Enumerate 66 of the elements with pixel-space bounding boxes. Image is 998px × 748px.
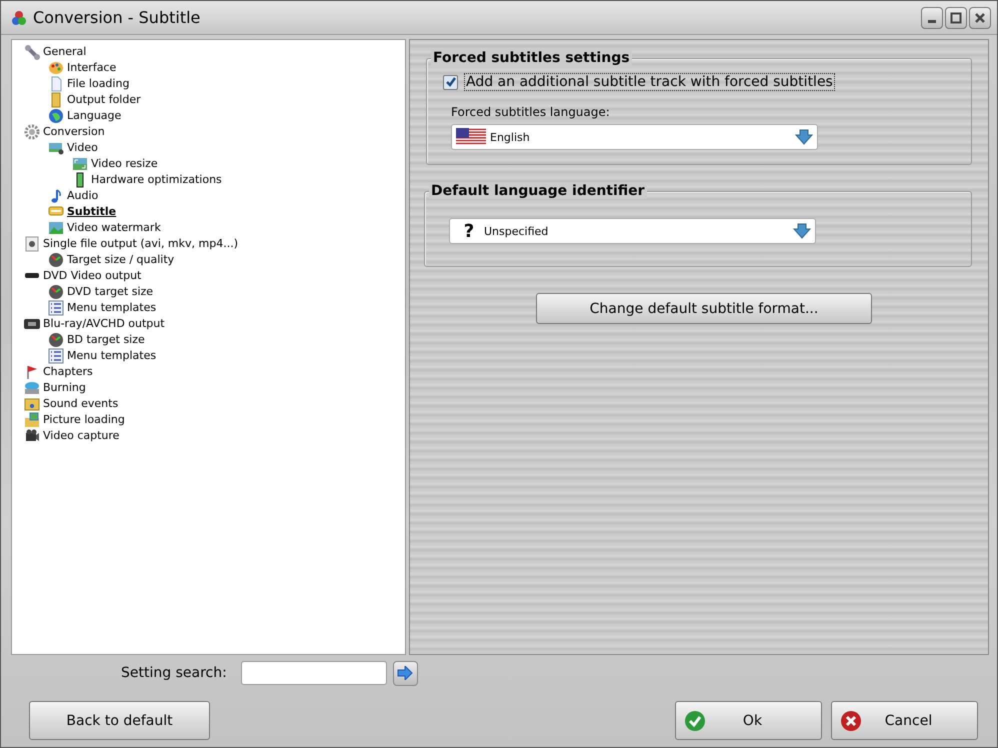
search-field[interactable]	[240, 661, 387, 685]
resize-icon	[72, 156, 88, 172]
tree-item[interactable]: Video capture	[43, 428, 120, 444]
app-icon	[11, 10, 27, 26]
tree-item[interactable]: Chapters	[43, 364, 93, 380]
tree-item[interactable]: File loading	[67, 76, 130, 92]
ok-button[interactable]: Ok	[675, 701, 822, 740]
back-to-default-button[interactable]: Back to default	[29, 701, 210, 740]
wrench-icon	[24, 44, 40, 60]
list-icon	[48, 348, 64, 364]
tree-item[interactable]: Conversion	[43, 124, 105, 140]
checkmark-icon	[684, 710, 706, 732]
gauge-icon	[48, 332, 64, 348]
tree-item[interactable]: Audio	[67, 188, 98, 204]
search-label: Setting search:	[121, 665, 227, 681]
dropdown-arrow-icon	[793, 223, 811, 239]
close-button[interactable]	[969, 6, 991, 28]
tree-item[interactable]: Menu templates	[67, 348, 156, 364]
tree-item[interactable]: Blu-ray/AVCHD output	[43, 316, 165, 332]
cancel-button[interactable]: Cancel	[831, 701, 978, 740]
window-title: Conversion - Subtitle	[33, 8, 202, 27]
tree-item[interactable]: BD target size	[67, 332, 145, 348]
gauge-icon	[48, 252, 64, 268]
dropdown-arrow-icon	[795, 129, 813, 145]
tree-item[interactable]: Language	[67, 108, 122, 124]
language-dropdown[interactable]: English	[451, 124, 818, 150]
gauge-icon	[48, 284, 64, 300]
group-title: Default language identifier	[429, 183, 647, 199]
landscape-icon	[48, 220, 64, 236]
minimize-button[interactable]	[921, 6, 943, 28]
tree-item[interactable]: Single file output (avi, mkv, mp4...)	[43, 236, 238, 252]
tree-item[interactable]: Video	[67, 140, 98, 156]
flag-icon	[456, 128, 486, 146]
checkbox[interactable]	[443, 74, 458, 90]
language-dropdown[interactable]: ? Unspecified	[449, 218, 816, 244]
format-button[interactable]: Change default subtitle format...	[536, 293, 872, 324]
tree-item[interactable]: General	[43, 44, 86, 60]
tree-item[interactable]: Interface	[67, 60, 116, 76]
maximize-button[interactable]	[945, 6, 967, 28]
tree-item[interactable]: Video resize	[91, 156, 158, 172]
minimize-icon	[928, 20, 936, 23]
tree-item[interactable]: Burning	[43, 380, 86, 396]
tree-item[interactable]: Menu templates	[67, 300, 156, 316]
gear-icon	[24, 124, 40, 140]
tree-item[interactable]: Hardware optimizations	[91, 172, 222, 188]
group-title: Forced subtitles settings	[431, 50, 632, 66]
picture-folder-icon	[24, 412, 40, 428]
search-go-button[interactable]	[392, 660, 418, 686]
arrow-right-icon	[397, 666, 414, 680]
palette-icon	[48, 60, 64, 76]
checkbox-label[interactable]: Add an additional subtitle track with forced subtitles	[464, 73, 835, 91]
tree-item[interactable]: DVD Video output	[43, 268, 142, 284]
tree-item[interactable]: Subtitle	[67, 204, 116, 220]
screen-icon	[48, 140, 64, 156]
tree-item[interactable]: Sound events	[43, 396, 118, 412]
camera-icon	[24, 428, 40, 444]
tree-item[interactable]: Output folder	[67, 92, 141, 108]
list-icon	[48, 300, 64, 316]
globe-icon	[48, 108, 64, 124]
tree-item[interactable]: Picture loading	[43, 412, 125, 428]
cross-icon	[840, 710, 862, 732]
drive-icon	[24, 380, 40, 396]
tree-item[interactable]: DVD target size	[67, 284, 154, 300]
tree-item[interactable]: Video watermark	[67, 220, 161, 236]
field-label: Forced subtitles language:	[451, 105, 611, 119]
tree-item[interactable]: Target size / quality	[67, 252, 174, 268]
